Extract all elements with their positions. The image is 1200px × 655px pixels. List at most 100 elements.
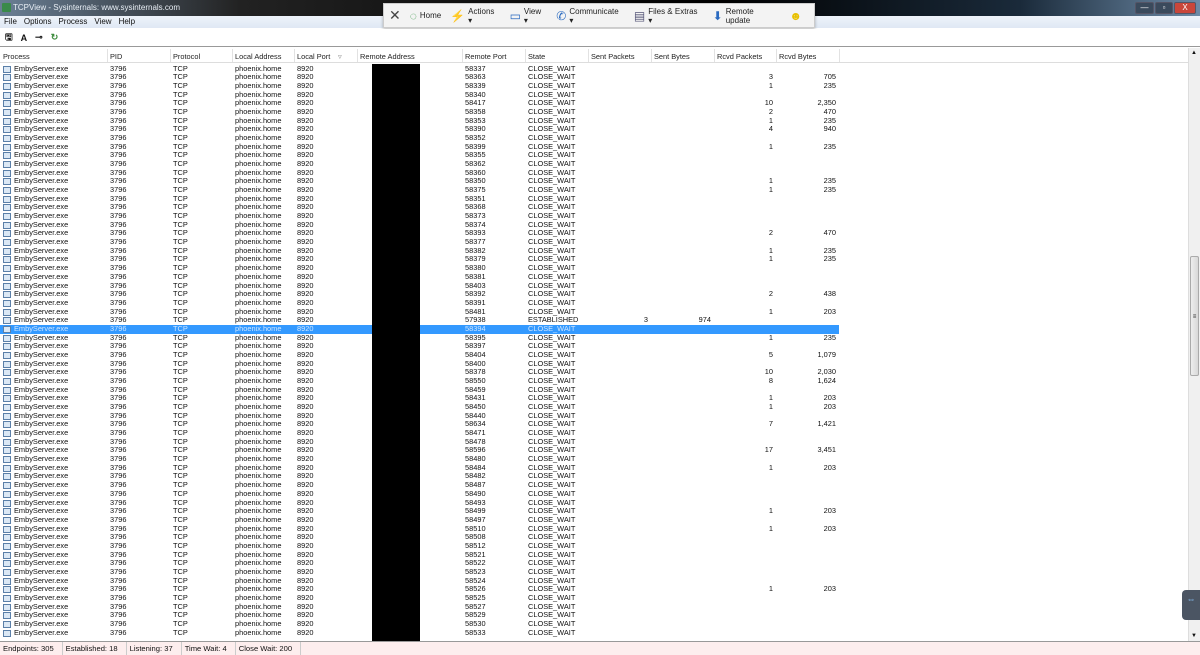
- process-icon: [3, 169, 11, 177]
- maximize-button[interactable]: ▫: [1155, 2, 1173, 14]
- cell-rcvd-bytes: 203: [823, 523, 836, 533]
- process-icon: [3, 195, 11, 203]
- feedback-button[interactable]: ☻: [789, 9, 805, 23]
- column-divider[interactable]: [294, 49, 295, 62]
- view-label: View ▾: [523, 6, 542, 25]
- process-icon: [3, 516, 11, 524]
- cell-rcvd-packets: 1: [768, 141, 773, 151]
- close-icon[interactable]: ✕: [389, 7, 401, 24]
- cell-rcvd-bytes: 1,079: [817, 349, 837, 359]
- menu-options[interactable]: Options: [24, 16, 52, 28]
- resolve-addresses-icon[interactable]: ⊸: [35, 32, 43, 43]
- process-icon: [3, 404, 11, 412]
- refresh-icon[interactable]: ↻: [51, 32, 59, 43]
- column-divider[interactable]: [462, 49, 463, 62]
- toolbar: 🖫 A ⊸ ↻: [0, 29, 1200, 47]
- process-icon: [3, 542, 11, 550]
- vertical-scrollbar[interactable]: ▲ ≡ ▼: [1188, 48, 1200, 641]
- cell-sent-bytes: 974: [698, 315, 711, 325]
- column-divider[interactable]: [651, 49, 652, 62]
- actions-button[interactable]: ⚡ Actions ▾: [450, 7, 500, 25]
- process-icon: [3, 334, 11, 342]
- process-icon: [3, 612, 11, 620]
- cell-rcvd-bytes: 235: [823, 254, 836, 264]
- cell-protocol: TCP: [173, 627, 188, 637]
- process-icon: [3, 430, 11, 438]
- column-divider[interactable]: [170, 49, 171, 62]
- process-icon: [3, 551, 11, 559]
- cell-rcvd-packets: 1: [768, 332, 773, 342]
- cell-remote-port: 58533: [465, 627, 486, 637]
- status-bar: Endpoints: 305 Established: 18 Listening…: [0, 641, 1200, 655]
- cell-rcvd-packets: 1: [768, 402, 773, 412]
- menu-view[interactable]: View: [94, 16, 111, 28]
- window-title: TCPView - Sysinternals: www.sysinternals…: [13, 3, 181, 12]
- column-header-protocol[interactable]: Protocol: [173, 52, 200, 61]
- column-header-remote-port[interactable]: Remote Port: [465, 52, 507, 61]
- column-header-local-address[interactable]: Local Address: [235, 52, 281, 61]
- process-icon: [3, 265, 11, 273]
- process-icon: [3, 213, 11, 221]
- files-icon: ▤: [633, 8, 646, 23]
- column-header-remote-address[interactable]: Remote Address: [360, 52, 415, 61]
- communicate-button[interactable]: ✆ Communicate ▾: [556, 7, 625, 25]
- view-button[interactable]: ▭ View ▾: [510, 7, 548, 25]
- cell-rcvd-packets: 2: [768, 289, 773, 299]
- process-icon: [3, 464, 11, 472]
- process-icon: [3, 82, 11, 90]
- process-icon: [3, 594, 11, 602]
- column-header-pid[interactable]: PID: [110, 52, 122, 61]
- process-icon: [3, 187, 11, 195]
- cell-rcvd-bytes: 1,421: [817, 419, 837, 429]
- process-icon: [3, 351, 11, 359]
- column-header-process[interactable]: Process: [3, 52, 30, 61]
- menu-help[interactable]: Help: [119, 16, 135, 28]
- home-button[interactable]: ◌ Home: [410, 9, 441, 23]
- process-icon: [3, 621, 11, 629]
- cell-rcvd-packets: 1: [768, 254, 773, 264]
- scroll-up-icon[interactable]: ▲: [1191, 50, 1197, 56]
- cell-rcvd-bytes: 203: [823, 584, 836, 594]
- cell-rcvd-bytes: 940: [823, 124, 836, 134]
- process-icon: [3, 239, 11, 247]
- process-icon: [3, 482, 11, 490]
- teamviewer-badge-icon[interactable]: ⇔: [1182, 590, 1200, 620]
- lightning-icon: ⚡: [450, 8, 466, 23]
- font-icon[interactable]: A: [21, 33, 28, 43]
- column-header-state[interactable]: State: [528, 52, 545, 61]
- process-icon: [3, 421, 11, 429]
- column-divider[interactable]: [232, 49, 233, 62]
- column-divider[interactable]: [839, 49, 840, 62]
- column-header-rcvd-packets[interactable]: Rcvd Packets: [717, 52, 762, 61]
- process-icon: [3, 447, 11, 455]
- files-extras-label: Files & Extras ▾: [648, 6, 698, 25]
- save-icon[interactable]: 🖫: [5, 30, 13, 46]
- column-divider[interactable]: [714, 49, 715, 62]
- process-icon: [3, 100, 11, 108]
- files-extras-button[interactable]: ▤ Files & Extras ▾: [634, 7, 704, 25]
- home-label: Home: [419, 11, 442, 20]
- menu-file[interactable]: File: [4, 16, 17, 28]
- column-header-sent-bytes[interactable]: Sent Bytes: [654, 52, 690, 61]
- column-header-local-port[interactable]: Local Port: [297, 52, 330, 61]
- process-icon: [3, 534, 11, 542]
- status-listening: Listening: 37: [127, 642, 182, 655]
- column-divider[interactable]: [525, 49, 526, 62]
- column-header-rcvd-bytes[interactable]: Rcvd Bytes: [779, 52, 816, 61]
- column-divider[interactable]: [357, 49, 358, 62]
- scroll-thumb[interactable]: ≡: [1190, 256, 1199, 376]
- cell-state: CLOSE_WAIT: [528, 627, 576, 637]
- process-icon: [3, 508, 11, 516]
- scroll-down-icon[interactable]: ▼: [1191, 633, 1197, 639]
- process-icon: [3, 377, 11, 385]
- menu-process[interactable]: Process: [58, 16, 87, 28]
- column-header-sent-packets[interactable]: Sent Packets: [591, 52, 635, 61]
- column-divider[interactable]: [588, 49, 589, 62]
- remote-update-button[interactable]: ⬇ Remote update: [713, 7, 781, 25]
- cell-rcvd-packets: 4: [768, 124, 773, 134]
- column-divider[interactable]: [776, 49, 777, 62]
- minimize-button[interactable]: —: [1135, 2, 1154, 14]
- column-divider[interactable]: [107, 49, 108, 62]
- status-time-wait: Time Wait: 4: [182, 642, 236, 655]
- close-button[interactable]: X: [1174, 2, 1196, 14]
